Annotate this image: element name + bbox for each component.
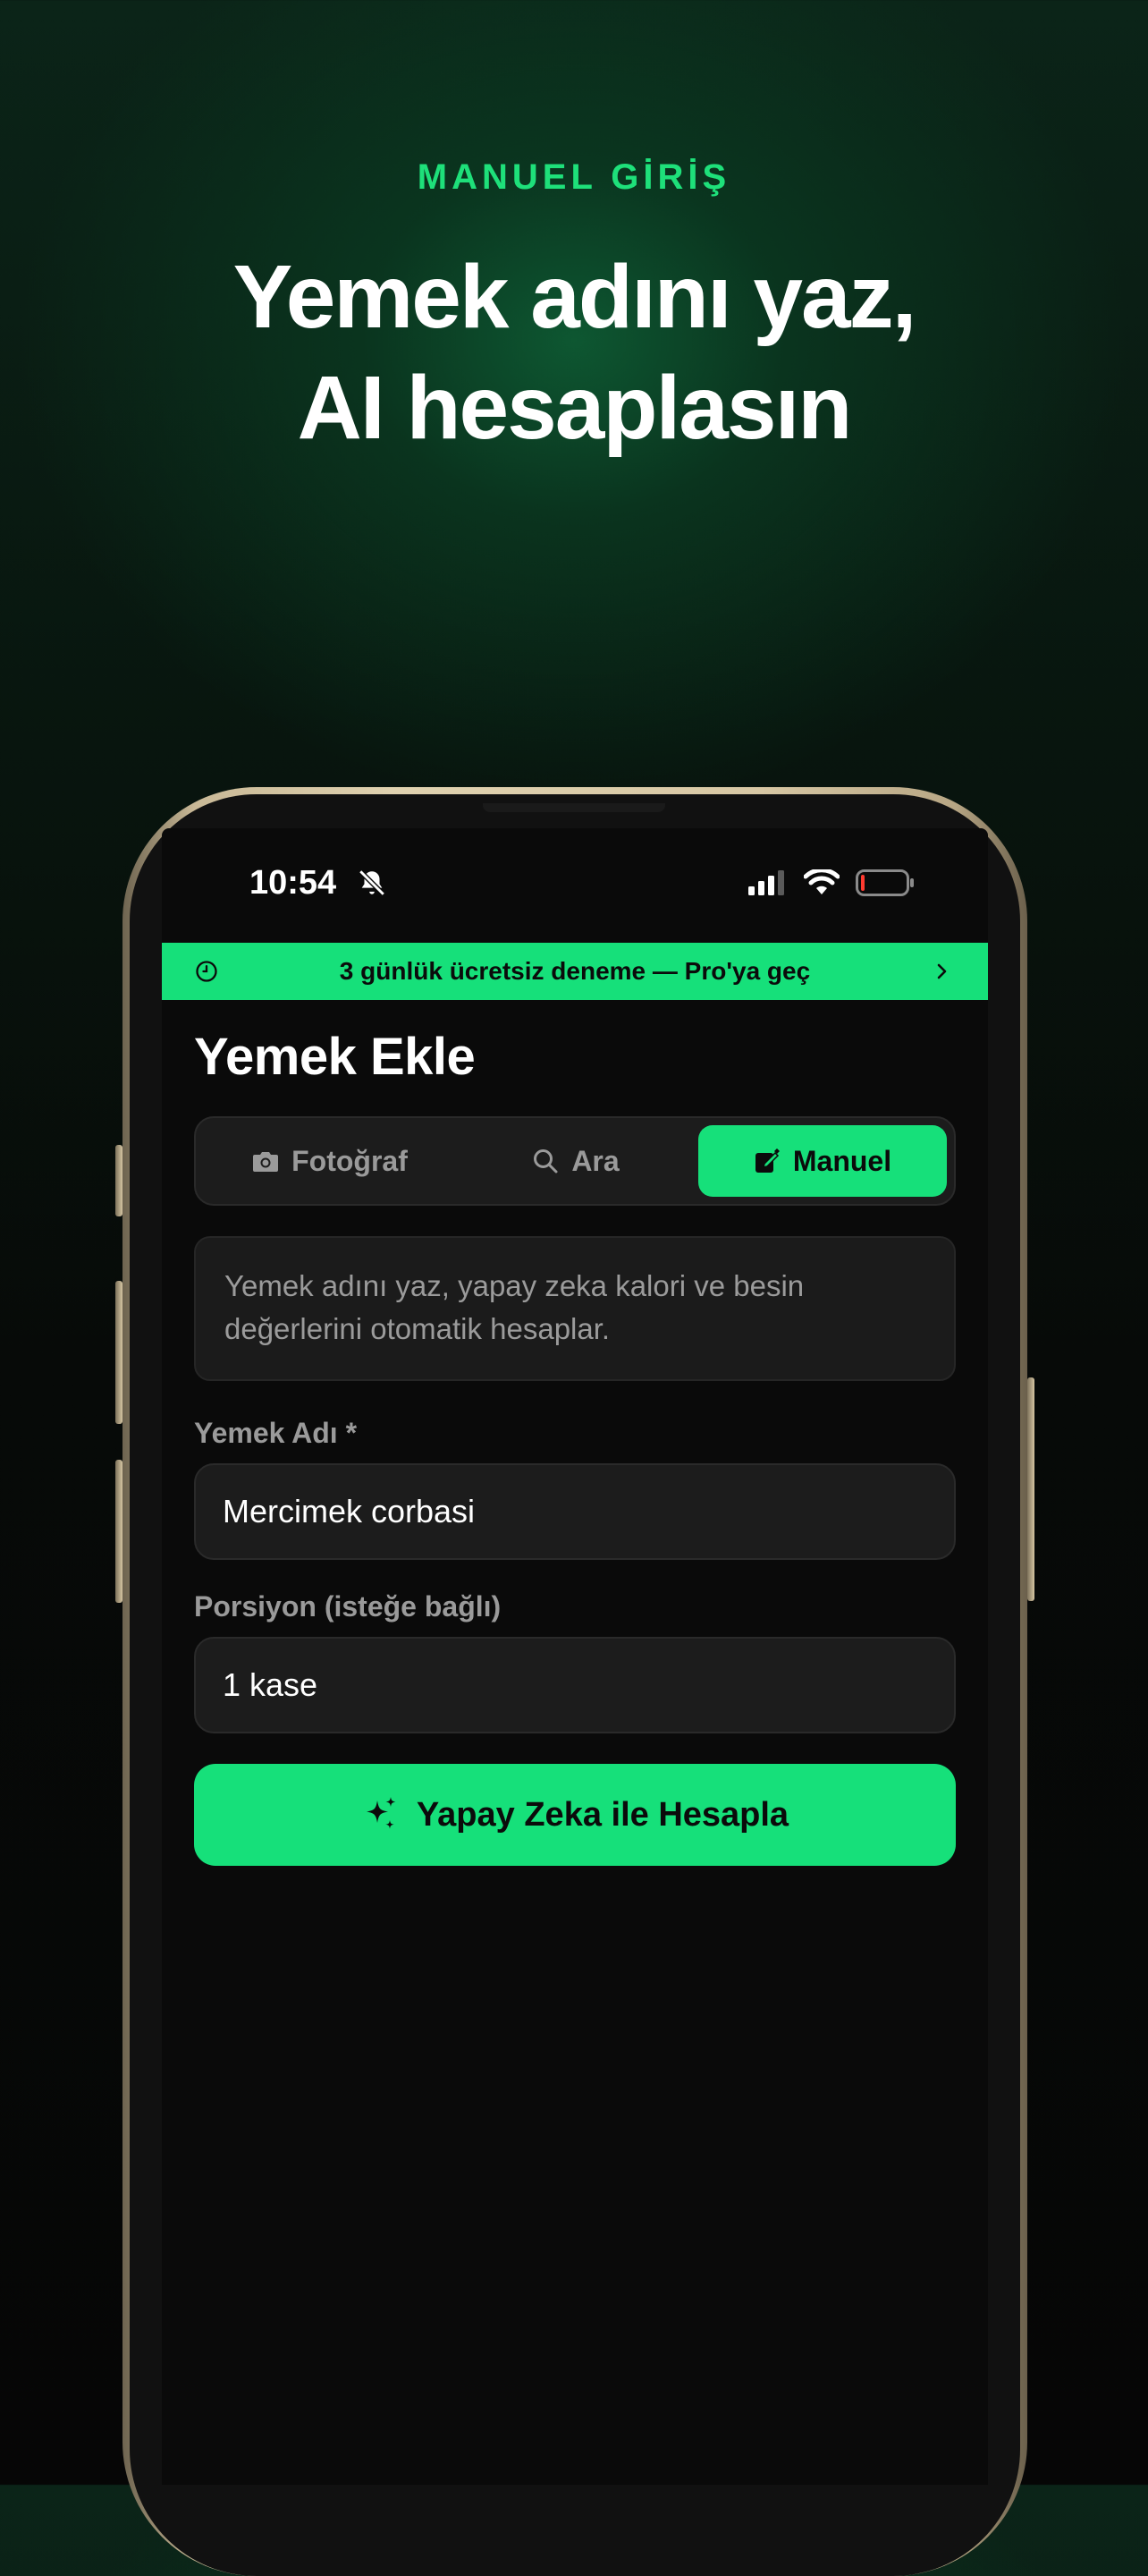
clock-icon — [196, 961, 217, 982]
status-bar: 10:54 — [162, 828, 988, 943]
input-mode-tabs: Fotoğraf Ara Manuel — [194, 1116, 956, 1206]
phone-volume-up-button — [115, 1281, 122, 1424]
ai-calculate-label: Yapay Zeka ile Hesapla — [416, 1795, 789, 1834]
promo-headline: Yemek adını yaz, AI hesaplasın — [0, 242, 1148, 463]
tab-search[interactable]: Ara — [457, 1125, 695, 1197]
edit-icon — [755, 1148, 780, 1173]
chevron-right-icon — [937, 963, 947, 979]
search-icon — [534, 1149, 558, 1174]
phone-screen: 10:54 3 günlük ücretsiz deneme — Pro'ya … — [162, 828, 988, 2485]
tab-manual[interactable]: Manuel — [698, 1125, 947, 1197]
ai-calculate-button[interactable]: Yapay Zeka ile Hesapla — [194, 1764, 956, 1866]
tab-manual-label: Manuel — [792, 1144, 892, 1177]
status-indicators — [748, 869, 915, 896]
battery-low-icon — [856, 869, 914, 896]
phone-power-button — [1027, 1377, 1034, 1601]
tab-photo-label: Fotoğraf — [291, 1144, 408, 1177]
food-name-label: Yemek Adı * — [194, 1417, 358, 1449]
food-name-input[interactable] — [194, 1463, 956, 1560]
page-title: Yemek Ekle — [194, 1028, 476, 1086]
trial-banner[interactable]: 3 günlük ücretsiz deneme — Pro'ya geç — [162, 943, 988, 1000]
phone-volume-down-button — [115, 1460, 122, 1603]
trial-banner-text: 3 günlük ücretsiz deneme — Pro'ya geç — [339, 957, 811, 985]
cellular-signal-icon — [748, 870, 784, 895]
portion-input[interactable] — [194, 1637, 956, 1733]
info-box: Yemek adını yaz, yapay zeka kalori ve be… — [194, 1236, 956, 1381]
tab-search-label: Ara — [571, 1144, 620, 1177]
phone-speaker — [483, 803, 665, 812]
promo-eyebrow: MANUEL GİRİŞ — [417, 157, 731, 197]
status-time: 10:54 — [249, 864, 337, 902]
portion-label: Porsiyon (isteğe bağlı) — [194, 1590, 502, 1623]
sparkles-icon — [366, 1797, 396, 1829]
bell-slash-icon — [359, 869, 385, 896]
camera-icon — [253, 1152, 279, 1172]
phone-action-button — [115, 1145, 122, 1216]
wifi-icon — [804, 869, 840, 894]
tab-photo[interactable]: Fotoğraf — [205, 1125, 455, 1197]
promo-headline-line-1: Yemek adını yaz, — [232, 247, 917, 347]
promo-headline-line-2: AI hesaplasın — [297, 358, 853, 458]
